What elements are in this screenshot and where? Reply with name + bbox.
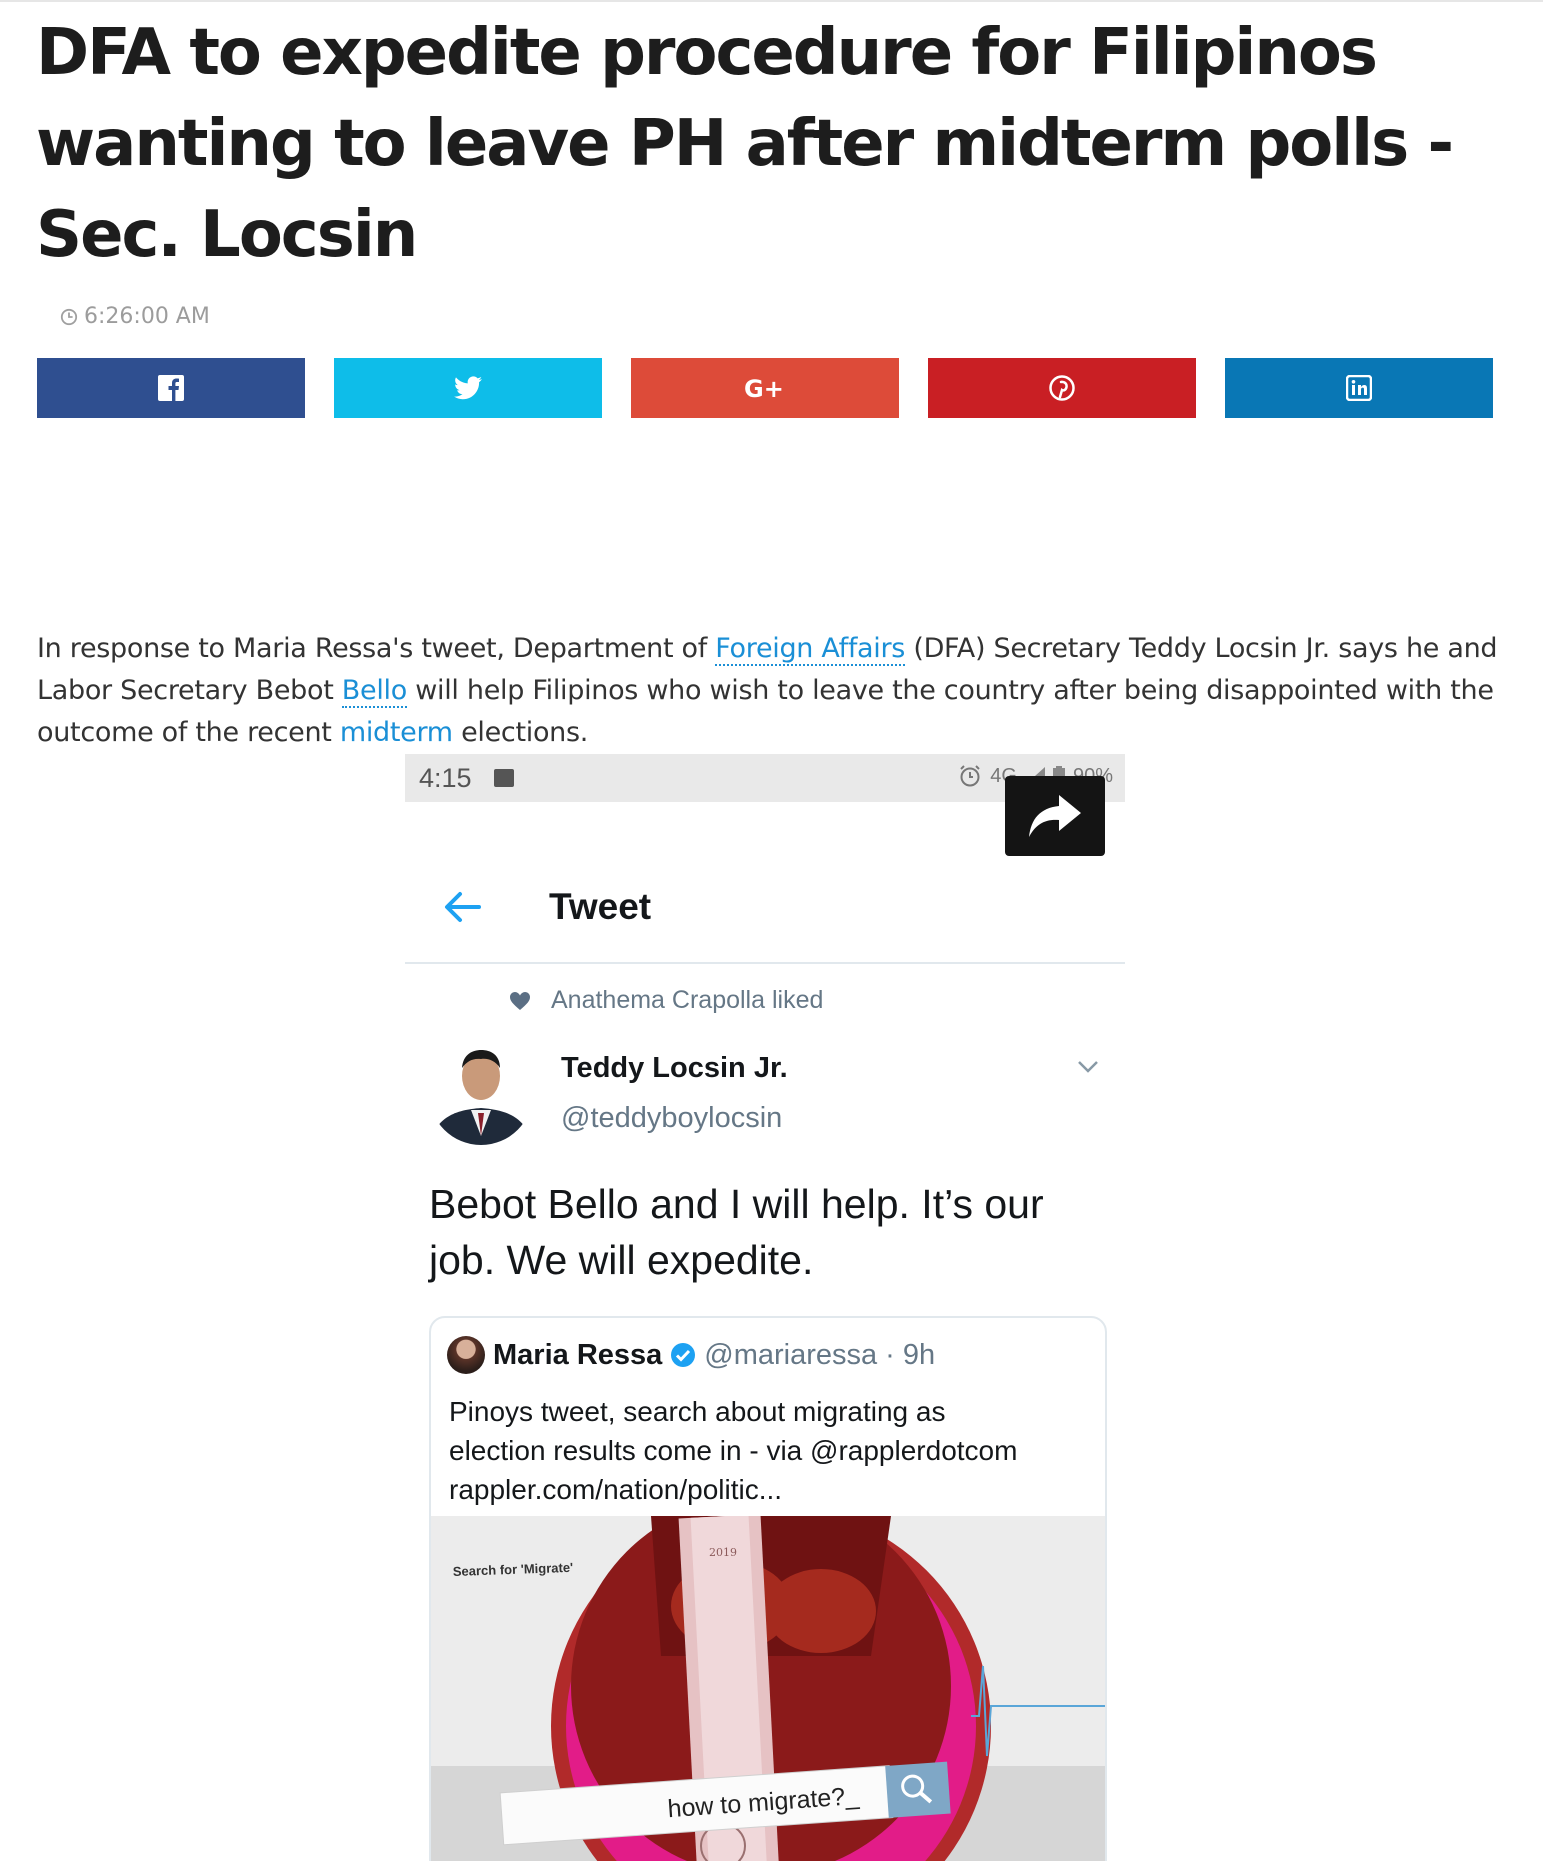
author-handle[interactable]: @teddyboylocsin — [561, 1102, 782, 1135]
article-headline: DFA to expedite procedure for Filipinos … — [36, 16, 1454, 272]
clock-icon — [60, 308, 78, 325]
svg-text:G+: G+ — [744, 375, 784, 401]
quoted-tweet[interactable]: Maria Ressa @mariaressa · 9h Pinoys twee… — [429, 1316, 1107, 1861]
quoted-author-name: Maria Ressa — [493, 1338, 663, 1371]
pinterest-share-button[interactable] — [928, 358, 1196, 418]
quoted-author-handle: @mariaressa — [704, 1338, 878, 1371]
google-plus-icon: G+ — [744, 375, 784, 401]
linkedin-share-button[interactable] — [1225, 358, 1493, 418]
quoted-tweet-header: Maria Ressa @mariaressa · 9h — [447, 1336, 935, 1374]
pinterest-icon — [1049, 375, 1075, 401]
chevron-down-icon[interactable] — [1077, 1060, 1099, 1074]
twitter-icon — [454, 376, 482, 400]
publish-time: 6:26:00 AM — [84, 304, 210, 329]
gallery-icon — [493, 769, 514, 787]
article-lede: In response to Maria Ressa's tweet, Depa… — [37, 633, 1498, 748]
facebook-share-button[interactable] — [37, 358, 305, 418]
quoted-tweet-text: Pinoys tweet, search about migrating as … — [449, 1392, 1089, 1509]
article-meta: 6:26:00 AM — [60, 304, 210, 329]
linkedin-icon — [1346, 375, 1372, 401]
back-arrow-icon[interactable] — [443, 890, 481, 924]
tweet-text: Bebot Bello and I will help. It’s our jo… — [429, 1181, 1044, 1283]
quoted-tweet-age: · 9h — [885, 1338, 936, 1371]
header-divider — [405, 962, 1125, 964]
verified-badge-icon — [671, 1343, 696, 1367]
quoted-tweet-image: 2019 Search for 'Migrate' how to migrate… — [431, 1516, 1105, 1861]
top-border — [0, 0, 1543, 2]
status-time: 4:15 — [419, 762, 472, 793]
forward-button[interactable] — [1005, 776, 1105, 856]
twitter-share-button[interactable] — [334, 358, 602, 418]
quoted-author-avatar — [447, 1336, 485, 1374]
midterm-link[interactable]: midterm — [340, 717, 453, 748]
liked-by-row: Anathema Crapolla liked — [509, 986, 823, 1015]
liked-by-text: Anathema Crapolla liked — [551, 986, 824, 1014]
heart-icon — [510, 991, 530, 1010]
author-name[interactable]: Teddy Locsin Jr. — [561, 1052, 788, 1085]
quoted-tweet-link[interactable]: rappler.com/nation/politic... — [449, 1470, 1089, 1509]
facebook-icon — [158, 375, 184, 401]
tweet-view: Tweet Anathema Crapolla liked Teddy Locs… — [405, 802, 1125, 1861]
screen-title: Tweet — [549, 886, 652, 927]
author-avatar[interactable] — [429, 1038, 533, 1148]
tweet-screenshot: 4:15 4G 90% Tweet — [405, 754, 1125, 1861]
bello-link[interactable]: Bello — [341, 675, 407, 708]
share-buttons: G+ — [37, 358, 1493, 418]
image-year-label: 2019 — [709, 1546, 737, 1559]
alarm-icon — [960, 765, 980, 787]
google-plus-share-button[interactable]: G+ — [631, 358, 899, 418]
share-arrow-icon — [1029, 795, 1081, 837]
foreign-affairs-link[interactable]: Foreign Affairs — [715, 633, 905, 666]
